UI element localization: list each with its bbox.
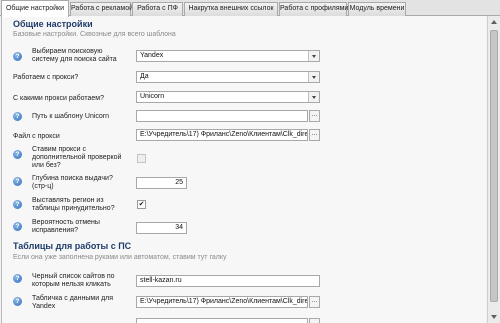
blacklist-input[interactable]: stell-kazan.ru — [136, 275, 320, 287]
help-icon[interactable]: ? — [13, 222, 22, 231]
help-icon[interactable]: ? — [13, 150, 22, 159]
scroll-up-icon[interactable] — [491, 20, 497, 24]
fix-probability-input[interactable]: 34 — [136, 222, 187, 234]
proxy-file-input[interactable]: E:\Учредитель\17) Фриланс\Zeno\Клиентам\… — [136, 129, 308, 141]
search-system-value: Yandex — [140, 52, 164, 59]
scroll-down-icon[interactable] — [491, 315, 497, 319]
region-force-checkbox[interactable]: ✔ — [137, 200, 146, 209]
help-icon[interactable]: ? — [13, 200, 22, 209]
tab-profiles[interactable]: Работа с профилями — [279, 2, 348, 16]
proxy-type-select[interactable]: Unicorn — [136, 91, 320, 103]
help-icon[interactable]: ? — [13, 112, 22, 121]
help-icon[interactable]: ? — [13, 52, 22, 61]
proxy-enabled-label: Работаем с прокси? — [13, 74, 79, 81]
tab-pf[interactable]: Работа с ПФ — [132, 2, 183, 16]
chevron-down-icon[interactable] — [308, 51, 319, 61]
unicorn-path-input[interactable] — [136, 110, 308, 122]
fix-probability-label: Вероятность отмены исправления? — [32, 219, 100, 234]
blacklist-label: Черный список сайтов по которым нельзя к… — [32, 273, 115, 288]
tab-time-module[interactable]: Модуль времени — [348, 2, 406, 16]
checkmark-icon: ✔ — [138, 201, 145, 208]
ellipsis-icon[interactable]: … — [309, 318, 320, 323]
yandex-table-label: Табличка с данными для Yandex — [32, 295, 114, 310]
tab-external-links[interactable]: Накрутка внешних ссылок — [184, 2, 278, 16]
ellipsis-icon[interactable]: … — [309, 129, 320, 141]
next-row-input[interactable] — [136, 318, 308, 323]
scroll-thumb[interactable] — [490, 30, 498, 302]
unicorn-path-label: Путь к шаблону Unicorn — [32, 113, 110, 120]
yandex-table-input[interactable]: E:\Учредитель\17) Фриланс\Zeno\Клиентам\… — [136, 296, 308, 308]
help-icon[interactable]: ? — [13, 297, 22, 306]
search-depth-label: Глубина поиска выдачи? (стр-ц) — [32, 175, 113, 190]
vertical-scrollbar[interactable] — [487, 16, 500, 323]
section-subtitle-general: Базовые настройки. Сквозные для всего ша… — [13, 31, 176, 38]
section-title-ps-tables: Таблицы для работы с ПС — [13, 241, 132, 251]
chevron-down-icon[interactable] — [308, 72, 319, 82]
tab-general-settings[interactable]: Общие настройки — [1, 0, 69, 17]
proxy-check-checkbox[interactable] — [137, 154, 146, 163]
section-subtitle-ps-tables: Если она уже заполнена руками или автома… — [13, 254, 227, 261]
ellipsis-icon[interactable]: … — [309, 110, 320, 122]
help-icon[interactable]: ? — [13, 177, 22, 186]
proxy-enabled-value: Да — [140, 73, 149, 80]
proxy-check-label: Ставим прокси с дополнительной проверкой… — [32, 146, 122, 169]
search-system-label: Выбираем поисковую систему для поиска са… — [32, 48, 117, 63]
search-depth-input[interactable]: 25 — [136, 177, 187, 189]
chevron-down-icon[interactable] — [308, 92, 319, 102]
proxy-type-value: Unicorn — [140, 93, 165, 100]
settings-panel: Общие настройки Базовые настройки. Сквоз… — [1, 16, 486, 323]
proxy-type-label: С какими прокси работаем? — [13, 95, 104, 102]
proxy-file-label: Файл с прокси — [13, 133, 60, 140]
tab-ads[interactable]: Работа с рекламой — [70, 2, 133, 16]
region-force-label: Выставлять регион из таблицы принудитель… — [32, 197, 115, 212]
proxy-enabled-select[interactable]: Да — [136, 71, 320, 83]
search-system-select[interactable]: Yandex — [136, 50, 320, 62]
ellipsis-icon[interactable]: … — [309, 296, 320, 308]
help-icon[interactable]: ? — [13, 274, 22, 283]
tab-bar: Общие настройки Работа с рекламой Работа… — [0, 0, 500, 17]
section-title-general: Общие настройки — [13, 19, 93, 29]
